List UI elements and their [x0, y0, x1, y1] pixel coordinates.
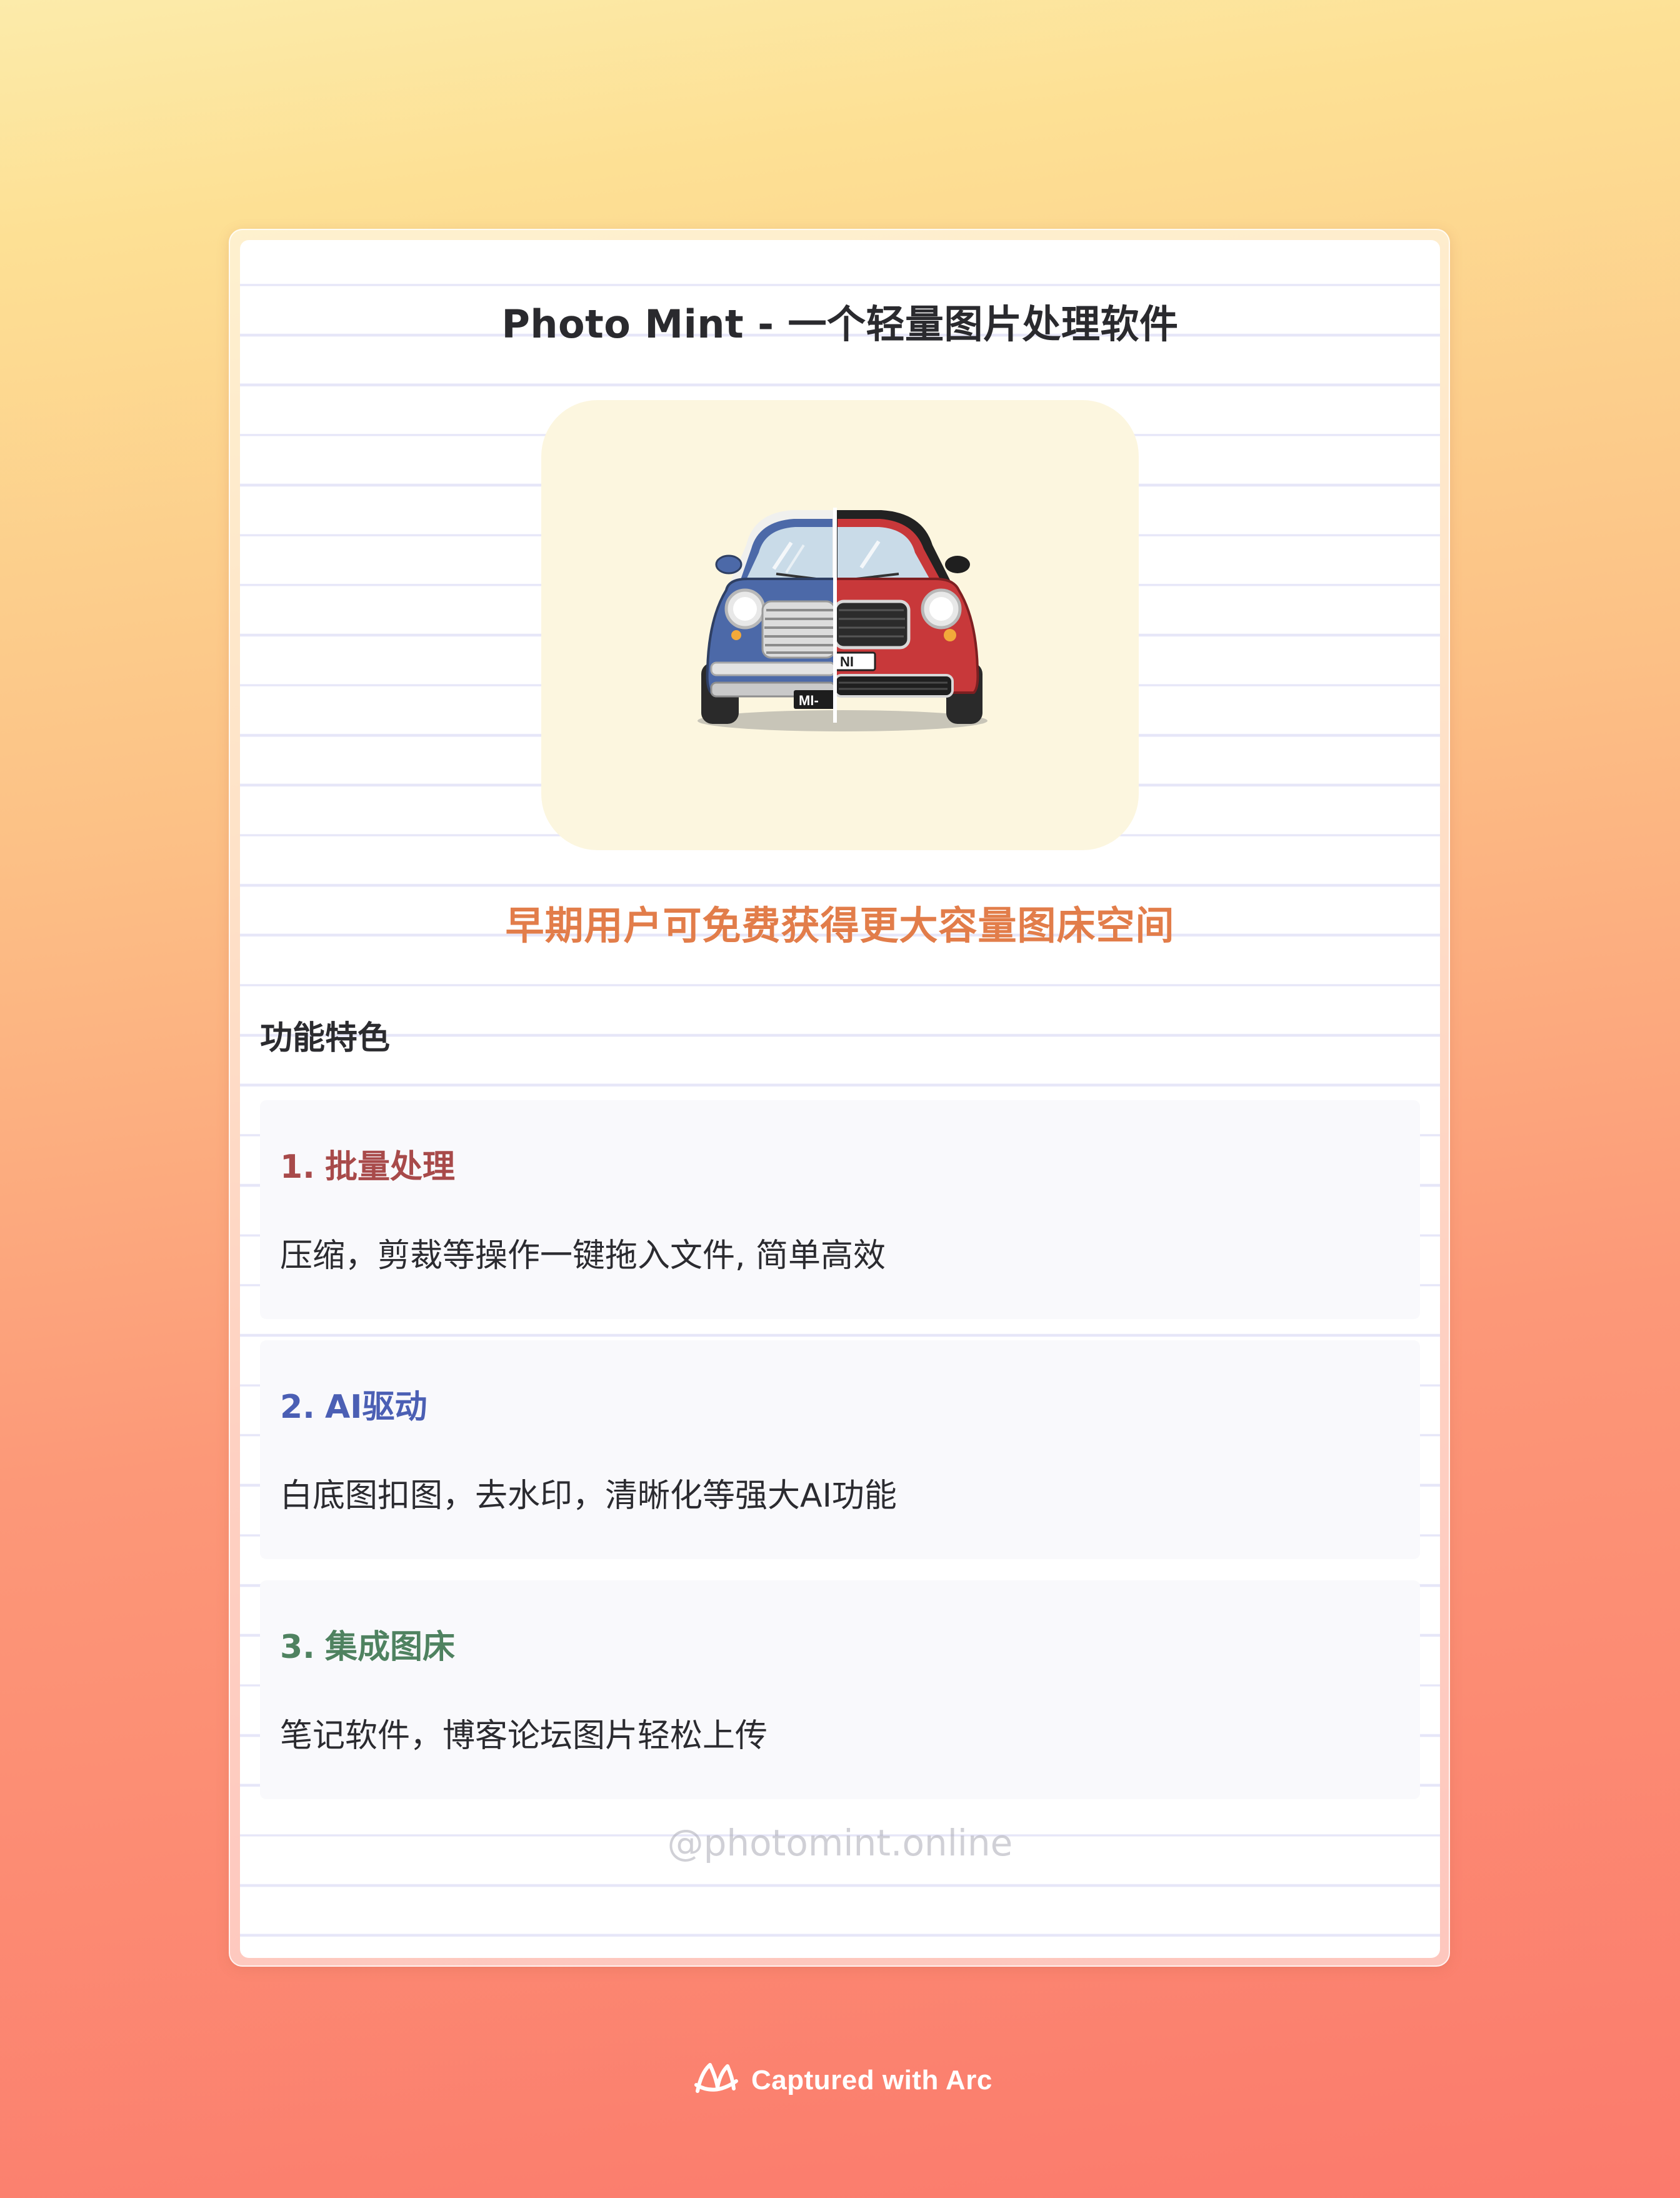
license-plate-right: NI: [840, 654, 854, 670]
hero-image: MI- NI: [541, 400, 1139, 850]
watermark: @photomint.online: [667, 1822, 1013, 1864]
feature-number: 1.: [280, 1148, 315, 1186]
license-plate-left: MI-: [799, 693, 819, 708]
feature-card: 1. 批量处理 压缩，剪裁等操作一键拖入文件, 简单高效: [260, 1100, 1420, 1319]
feature-description: 白底图扣图，去水印，清晰化等强大AI功能: [280, 1477, 897, 1515]
feature-description: 笔记软件，博客论坛图片轻松上传: [280, 1717, 768, 1755]
feature-title: 1. 批量处理: [280, 1140, 455, 1187]
promo-banner: 早期用户可免费获得更大容量图床空间: [505, 903, 1175, 948]
page-card: Photo Mint - 一个轻量图片处理软件 MI- NI 早期用户可免费获得…: [240, 240, 1440, 1958]
car-illustration: MI- NI: [698, 508, 988, 731]
arc-logo-icon: [692, 2060, 740, 2101]
captured-with-arc-label: Captured with Arc: [751, 2065, 992, 2095]
feature-number: 2.: [280, 1388, 315, 1426]
feature-card: 3. 集成图床 笔记软件，博客论坛图片轻松上传: [260, 1580, 1420, 1799]
features-heading: 功能特色: [260, 1020, 391, 1057]
feature-card: 2. AI驱动 白底图扣图，去水印，清晰化等强大AI功能: [260, 1340, 1420, 1559]
feature-title: 2. AI驱动: [280, 1380, 428, 1427]
feature-title-text: 集成图床: [324, 1628, 455, 1666]
feature-title: 3. 集成图床: [280, 1620, 455, 1667]
page-title: Photo Mint - 一个轻量图片处理软件: [501, 301, 1179, 347]
feature-description: 压缩，剪裁等操作一键拖入文件, 简单高效: [280, 1237, 886, 1275]
captured-with-arc-badge: Captured with Arc: [692, 2058, 992, 2103]
feature-title-text: AI驱动: [324, 1388, 428, 1426]
feature-number: 3.: [280, 1628, 315, 1666]
feature-title-text: 批量处理: [324, 1148, 455, 1186]
